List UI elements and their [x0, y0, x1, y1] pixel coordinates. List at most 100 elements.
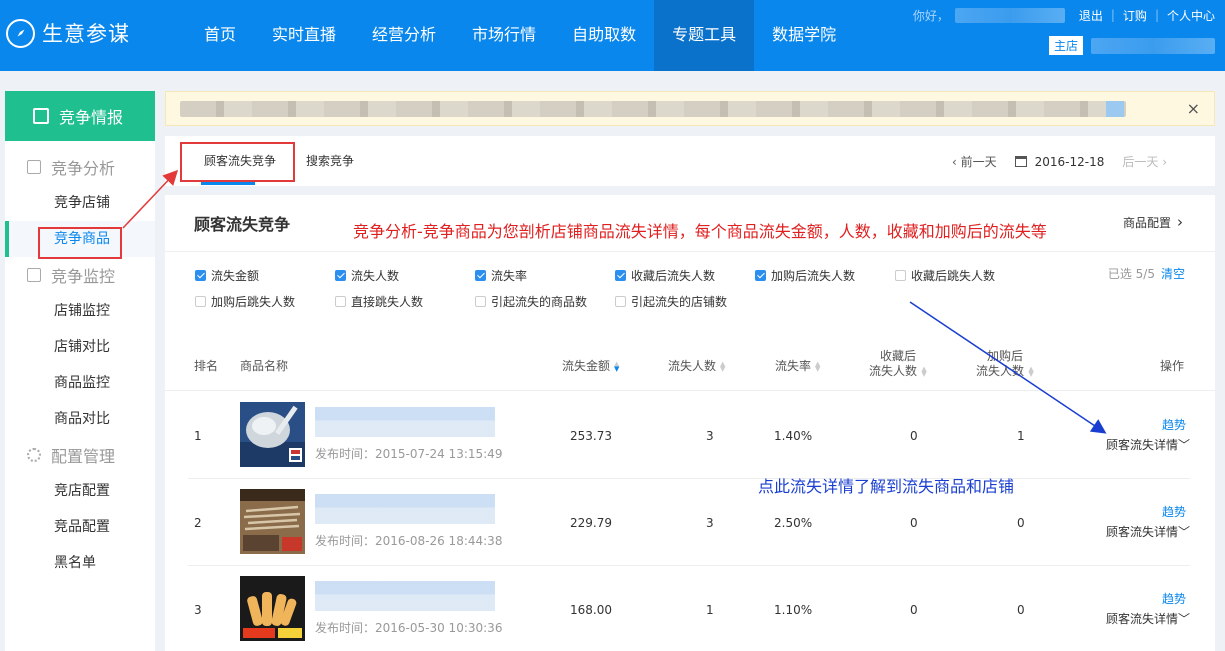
metric-checkbox[interactable]: 加购后流失人数: [755, 267, 855, 284]
group-title: 竞争监控: [51, 267, 116, 286]
checkbox-unchecked[interactable]: [195, 296, 206, 307]
product-config-link[interactable]: 商品配置 ›: [1123, 213, 1183, 231]
sidebar-item-shop-compare[interactable]: 店铺对比: [5, 329, 155, 365]
divider: [165, 251, 1215, 252]
loss-amount: 253.73: [570, 429, 612, 443]
metric-checkbox[interactable]: 加购后跳失人数: [195, 293, 295, 310]
order-link[interactable]: 订购: [1123, 7, 1147, 24]
trend-link[interactable]: 趋势: [1162, 590, 1186, 607]
header-cart-loss[interactable]: 加购后 流失人数 ▲ ▼: [976, 349, 1034, 379]
next-day-button[interactable]: 后一天 ›: [1122, 153, 1167, 170]
selected-count: 已选 5/5 清空: [1108, 265, 1185, 282]
trend-link[interactable]: 趋势: [1162, 503, 1186, 520]
sort-icon[interactable]: ▲ ▼: [921, 365, 927, 377]
checkbox-unchecked[interactable]: [335, 296, 346, 307]
header-loss-rate[interactable]: 流失率 ▲ ▼: [775, 357, 821, 374]
sort-icon[interactable]: ▲ ▼: [720, 360, 726, 372]
calendar-icon[interactable]: [1014, 156, 1027, 167]
notice-link-blurred[interactable]: [1106, 101, 1124, 117]
gear-icon: [27, 448, 41, 462]
tab-search-competition[interactable]: 搜索竞争: [306, 136, 354, 186]
product-name-blurred[interactable]: [315, 407, 495, 437]
metric-checkbox[interactable]: 流失人数: [335, 267, 399, 284]
customer-loss-detail-dropdown[interactable]: 顾客流失详情﹀: [1106, 436, 1190, 453]
sidebar-item-blacklist[interactable]: 黑名单: [5, 545, 155, 581]
sidebar-item-product-config[interactable]: 竞品配置: [5, 509, 155, 545]
sidebar-item-shop-config[interactable]: 竞店配置: [5, 473, 155, 509]
nav-special-tools[interactable]: 专题工具: [654, 0, 755, 71]
publish-time: 发布时间：2015-07-24 13:15:49: [315, 447, 503, 461]
product-thumbnail[interactable]: [240, 402, 305, 467]
sort-icon[interactable]: ▲ ▼: [1028, 365, 1034, 377]
metric-checkbox[interactable]: 引起流失的店铺数: [615, 293, 727, 310]
checkbox-checked[interactable]: [615, 270, 626, 281]
metric-label: 流失率: [491, 269, 528, 283]
fav-loss: 0: [910, 429, 918, 443]
current-date[interactable]: 2016-12-18: [1035, 155, 1105, 169]
sidebar-header[interactable]: 竞争情报: [5, 91, 155, 141]
sidebar-item-product-monitor[interactable]: 商品监控: [5, 365, 155, 401]
header-rank: 排名: [194, 359, 219, 373]
chevron-right-icon: ›: [1177, 213, 1183, 231]
header-label-line2: 流失人数: [869, 364, 918, 378]
loss-amount: 168.00: [570, 603, 612, 617]
checkbox-checked[interactable]: [195, 270, 206, 281]
checkbox-unchecked[interactable]: [475, 296, 486, 307]
loss-rate: 2.50%: [774, 516, 813, 530]
divider: |: [1154, 8, 1159, 22]
customer-loss-detail-dropdown[interactable]: 顾客流失详情﹀: [1106, 610, 1190, 627]
profile-link[interactable]: 个人中心: [1167, 7, 1215, 24]
fav-loss: 0: [910, 603, 918, 617]
nav-business-analysis[interactable]: 经营分析: [354, 0, 454, 71]
metric-checkbox[interactable]: 流失金额: [195, 267, 259, 284]
product-name-blurred[interactable]: [315, 494, 495, 524]
metric-checkbox[interactable]: 收藏后跳失人数: [895, 267, 995, 284]
checkbox-checked[interactable]: [475, 270, 486, 281]
metric-checkbox[interactable]: 收藏后流失人数: [615, 267, 715, 284]
checkbox-unchecked[interactable]: [615, 296, 626, 307]
publish-time: 发布时间：2016-05-30 10:30:36: [315, 621, 503, 635]
table-row: 3 发布时间：2016-05-30 10:30:36 168.00 1 1.10…: [188, 566, 1190, 651]
loss-rate: 1.10%: [774, 603, 813, 617]
table-header: 排名 商品名称 流失金额 ▲ ▼ 流失人数 ▲ ▼ 流失率 ▲ ▼ 收藏后 流失人数 ▲ ▼ 加购…: [165, 345, 1215, 391]
cart-loss: 0: [1017, 516, 1025, 530]
product-thumbnail[interactable]: [240, 576, 305, 641]
clear-button[interactable]: 清空: [1161, 267, 1185, 281]
sidebar-item-product-compare[interactable]: 商品对比: [5, 401, 155, 437]
nav-home[interactable]: 首页: [186, 0, 254, 71]
metric-checkbox[interactable]: 直接跳失人数: [335, 293, 423, 310]
trend-link[interactable]: 趋势: [1162, 416, 1186, 433]
sidebar-item-competing-shops[interactable]: 竞争店铺: [5, 185, 155, 221]
sort-icon[interactable]: ▲ ▼: [614, 360, 620, 372]
header-loss-people[interactable]: 流失人数 ▲ ▼: [668, 357, 726, 374]
logout-link[interactable]: 退出: [1079, 7, 1103, 24]
app-name: 生意参谋: [42, 22, 130, 46]
metric-checkbox[interactable]: 流失率: [475, 267, 527, 284]
nav-live[interactable]: 实时直播: [254, 0, 354, 71]
product-thumbnail[interactable]: [240, 489, 305, 554]
checkbox-checked[interactable]: [335, 270, 346, 281]
header-fav-loss[interactable]: 收藏后 流失人数 ▲ ▼: [869, 349, 927, 379]
customer-loss-detail-dropdown[interactable]: 顾客流失详情﹀: [1106, 523, 1190, 540]
annotation-top: 竞争分析-竞争商品为您剖析店铺商品流失详情，每个商品流失金额，人数，收藏和加购后…: [353, 222, 1047, 241]
metric-checkbox[interactable]: 引起流失的商品数: [475, 293, 587, 310]
sidebar-item-shop-monitor[interactable]: 店铺监控: [5, 293, 155, 329]
sort-icon[interactable]: ▲ ▼: [815, 360, 821, 372]
product-name-blurred[interactable]: [315, 581, 495, 611]
group-config: 配置管理: [5, 437, 155, 473]
app-logo[interactable]: 生意参谋: [6, 18, 130, 48]
metric-label: 直接跳失人数: [351, 295, 424, 309]
table-row: 2 发布时间：2016-08-26 18:44:38 229.79 3 2.50…: [188, 479, 1190, 566]
header-loss-amount[interactable]: 流失金额 ▲ ▼: [562, 357, 620, 374]
nav-market[interactable]: 市场行情: [454, 0, 554, 71]
checkbox-unchecked[interactable]: [895, 270, 906, 281]
prev-day-button[interactable]: ‹ 前一天: [952, 153, 997, 170]
close-icon[interactable]: ×: [1187, 99, 1200, 118]
checkbox-checked[interactable]: [755, 270, 766, 281]
main-panel: 顾客流失竞争 竞争分析-竞争商品为您剖析店铺商品流失详情，每个商品流失金额，人数…: [165, 195, 1215, 651]
nav-data-academy[interactable]: 数据学院: [754, 0, 854, 71]
nav-self-service-data[interactable]: 自助取数: [554, 0, 654, 71]
sidebar-item-competing-products[interactable]: 竞争商品: [5, 221, 155, 257]
shop-name-blurred[interactable]: [1091, 37, 1215, 54]
notice-bar: ×: [165, 91, 1215, 126]
